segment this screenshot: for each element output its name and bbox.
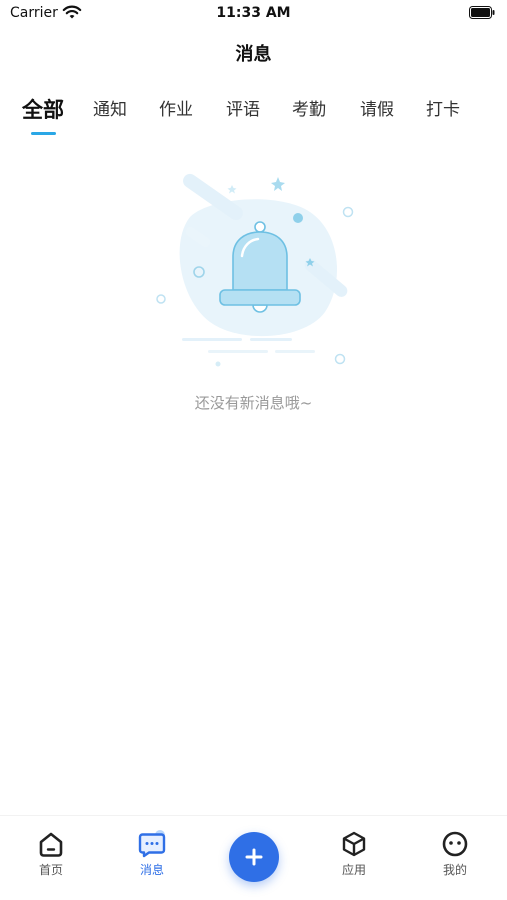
tab-comments[interactable]: 评语	[226, 94, 260, 130]
tab-attendance[interactable]: 考勤	[292, 94, 326, 130]
nav-home[interactable]: 首页	[21, 830, 81, 890]
page-title: 消息	[235, 44, 272, 65]
nav-profile[interactable]: 我的	[425, 830, 485, 890]
nav-messages[interactable]: 消息	[122, 830, 182, 890]
tab-notice[interactable]: 通知	[93, 94, 127, 130]
tab-homework[interactable]: 作业	[159, 94, 193, 130]
battery-icon	[469, 6, 495, 19]
nav-profile-label: 我的	[442, 863, 467, 877]
profile-icon	[442, 831, 468, 857]
plus-icon	[245, 848, 263, 866]
add-button[interactable]	[229, 832, 279, 882]
empty-message: 还没有新消息哦~	[194, 394, 313, 412]
status-time: 11:33 AM	[216, 5, 291, 21]
message-category-tabs: 全部 通知 作业 评语 考勤 请假 打卡	[0, 94, 507, 144]
nav-apps-label: 应用	[341, 863, 366, 877]
nav-messages-label: 消息	[139, 863, 164, 877]
status-bar: Carrier 11:33 AM	[0, 0, 507, 28]
bell-icon	[156, 173, 354, 367]
cube-icon	[342, 831, 366, 857]
nav-home-label: 首页	[38, 863, 63, 877]
active-tab-indicator	[31, 132, 56, 135]
home-icon	[39, 832, 63, 857]
tab-checkin[interactable]: 打卡	[426, 94, 460, 130]
tab-all[interactable]: 全部	[22, 94, 64, 130]
message-icon	[138, 830, 166, 858]
tab-leave[interactable]: 请假	[360, 94, 394, 130]
nav-apps[interactable]: 应用	[324, 830, 384, 890]
